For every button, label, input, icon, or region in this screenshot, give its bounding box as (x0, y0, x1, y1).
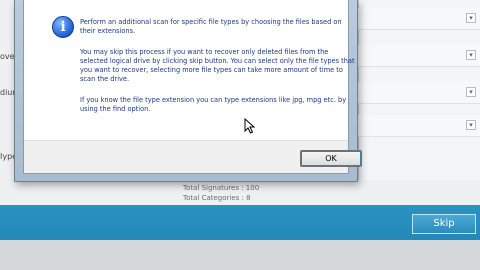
dialog-message-intro: Perform an additional scan for specific … (80, 18, 342, 35)
ok-button[interactable]: OK (300, 150, 362, 167)
expand-icon[interactable]: ▾ (466, 87, 476, 97)
expand-icon[interactable]: ▾ (466, 13, 476, 23)
total-signatures-text: Total Signatures : 100 (183, 184, 260, 192)
dialog-content: i Perform an additional scan for specifi… (23, 0, 362, 174)
mouse-cursor-icon (244, 118, 256, 134)
list-item[interactable]: ▾ (358, 82, 480, 104)
list-item[interactable]: ▾ (358, 45, 480, 67)
expand-icon[interactable]: ▾ (466, 120, 476, 130)
info-icon: i (52, 16, 74, 38)
list-item[interactable]: ▾ (358, 8, 480, 30)
skip-button[interactable]: Skip (412, 214, 476, 234)
list-item[interactable]: ▾ (358, 115, 480, 137)
dialog-message-skip-info: You may skip this process if you want to… (80, 48, 355, 83)
dialog-message-find-info: If you know the file type extension you … (80, 96, 347, 113)
total-categories-text: Total Categories : 8 (183, 194, 251, 202)
message-dialog: i Perform an additional scan for specifi… (14, 0, 362, 182)
status-strip (0, 240, 480, 270)
expand-icon[interactable]: ▾ (466, 50, 476, 60)
